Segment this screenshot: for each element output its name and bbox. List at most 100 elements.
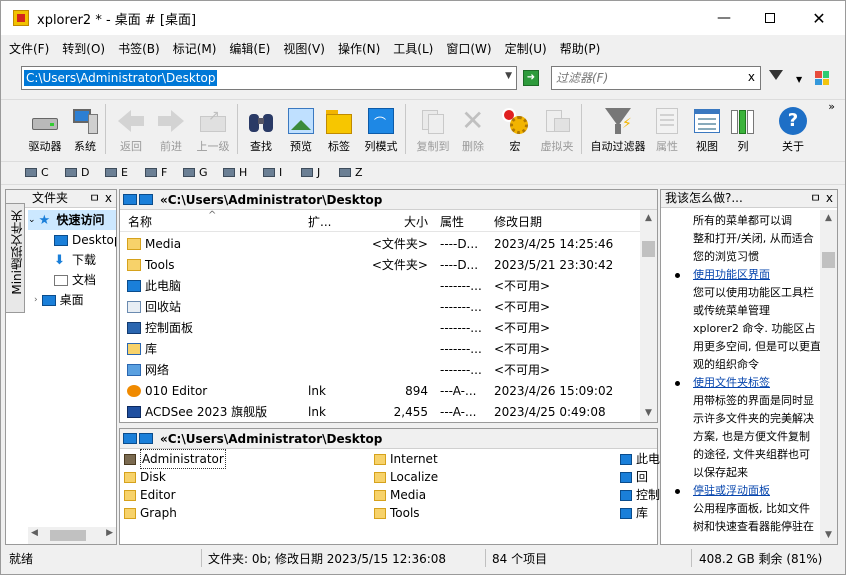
toolbar-button-properties[interactable]: 属性 [647, 102, 687, 156]
table-row[interactable]: Tools <文件夹> ----D... 2023/5/21 23:30:42 [120, 255, 640, 276]
menu-item[interactable]: 编辑(E) [229, 40, 270, 57]
go-arrow-icon[interactable]: ➜ [523, 70, 539, 86]
table-row[interactable]: 回收站 -------... <不可用> [120, 297, 640, 318]
toolbar-button-view[interactable]: 视图 [687, 102, 727, 156]
pane-close-icon[interactable]: x [826, 190, 833, 207]
tree-item-quick-access[interactable]: ⌄ ★ 快速访问 [28, 210, 116, 230]
filter-clear-icon[interactable]: x [748, 70, 755, 84]
toolbar-more-icon[interactable]: » [828, 100, 835, 113]
list-item[interactable]: Graph [124, 504, 177, 522]
address-dropdown-icon[interactable]: ▼ [505, 71, 512, 81]
tree-hscroll[interactable]: ◀ ▶ [28, 527, 116, 544]
drive-button-f[interactable]: F [145, 166, 167, 179]
table-row[interactable]: ACDSee 2023 旗舰版 lnk 2,455 ---A-... 2023/4/25… [120, 402, 640, 423]
menu-item[interactable]: 书签(B) [118, 40, 160, 57]
list-item[interactable]: Internet [374, 450, 438, 468]
toolbar-button-delete-x[interactable]: ✕ 删除 [453, 102, 493, 156]
column-ext[interactable]: 扩... [308, 212, 331, 232]
filter-funnel-icon[interactable] [769, 70, 783, 80]
menu-item[interactable]: 工具(L) [393, 40, 433, 57]
table-row[interactable]: 此电脑 -------... <不可用> [120, 276, 640, 297]
menu-item[interactable]: 标记(M) [173, 40, 217, 57]
mini-virtual-folder-tab[interactable]: Mini虚拟文件夹 [5, 203, 25, 313]
pane-close-icon[interactable]: x [105, 190, 112, 207]
expand-arrow-icon[interactable]: ⌄ [28, 210, 36, 230]
toolbar-button-columns[interactable]: 列 [723, 102, 763, 156]
column-attr[interactable]: 属性 [440, 212, 464, 232]
close-button[interactable]: ✕ [796, 1, 842, 35]
help-link[interactable]: 使用功能区界面 [693, 266, 770, 284]
help-link[interactable]: 停驻或浮动面板 [693, 482, 770, 500]
menu-item[interactable]: 帮助(P) [560, 40, 601, 57]
file-list-path[interactable]: «C:\Users\Administrator\Desktop [160, 193, 382, 207]
pin-icon[interactable]: ㅁ [89, 190, 100, 207]
list-item[interactable]: Administrator [124, 449, 226, 469]
tree-item-desktop[interactable]: Desktop [54, 230, 116, 250]
column-size[interactable]: 大小 [382, 212, 428, 232]
toolbar-button-back-arrow[interactable]: 返回 [111, 102, 151, 156]
cell-ext: lnk [308, 384, 326, 398]
drive-button-g[interactable]: G [183, 166, 208, 179]
drive-button-e[interactable]: E [105, 166, 128, 179]
help-link[interactable]: 使用文件夹标签 [693, 374, 770, 392]
list-item[interactable]: 回 [620, 468, 648, 486]
menu-item[interactable]: 转到(O) [62, 40, 105, 57]
address-text[interactable]: C:\Users\Administrator\Desktop [24, 70, 218, 86]
list-item[interactable]: 此电 [620, 450, 660, 468]
list-item[interactable]: Tools [374, 504, 420, 522]
tree-item-documents[interactable]: 文档 [54, 270, 96, 290]
drive-button-d[interactable]: D [65, 166, 89, 179]
list-item[interactable]: Localize [374, 468, 438, 486]
table-row[interactable]: 控制面板 -------... <不可用> [120, 318, 640, 339]
file-list-vscroll[interactable]: ▲ ▼ [640, 210, 657, 422]
column-name[interactable]: 名称 [128, 212, 152, 232]
toolbar-button-preview[interactable]: 预览 [281, 102, 321, 156]
tree-item-desktop-root[interactable]: › 桌面 [34, 290, 84, 310]
menu-item[interactable]: 视图(V) [283, 40, 325, 57]
collapse-arrow-icon[interactable]: › [34, 290, 38, 310]
table-row[interactable]: 010 Editor lnk 894 ---A-... 2023/4/26 15:09:… [120, 381, 640, 402]
table-row[interactable]: 库 -------... <不可用> [120, 339, 640, 360]
filter-dropdown-icon[interactable]: ▼ [796, 75, 802, 84]
menu-item[interactable]: 窗口(W) [446, 40, 491, 57]
minimize-button[interactable]: — [701, 1, 747, 35]
lower-path[interactable]: «C:\Users\Administrator\Desktop [160, 432, 382, 446]
list-item[interactable]: Disk [124, 468, 166, 486]
help-vscroll[interactable]: ▲ ▼ [820, 210, 837, 544]
table-row[interactable]: 网络 -------... <不可用> [120, 360, 640, 381]
list-item[interactable]: Editor [124, 486, 176, 504]
drive-button-i[interactable]: I [263, 166, 282, 179]
list-item[interactable]: 控制 [620, 486, 660, 504]
color-grid-icon[interactable] [815, 71, 829, 85]
toolbar-button-drive[interactable]: 驱动器 [25, 102, 65, 156]
list-item[interactable]: 库 [620, 504, 648, 522]
drive-button-c[interactable]: C [25, 166, 49, 179]
toolbar-button-computer[interactable]: 系统 [65, 102, 105, 156]
toolbar-button-auto-filter[interactable]: ⚡ 自动过滤器 [587, 102, 649, 156]
toolbar-button-macro-gear[interactable]: 宏 [495, 102, 535, 156]
menu-item[interactable]: 文件(F) [9, 40, 49, 57]
toolbar-button-binoculars[interactable]: 查找 [241, 102, 281, 156]
drive-button-h[interactable]: H [223, 166, 247, 179]
list-item[interactable]: Media [374, 486, 426, 504]
toolbar-button-tab-folder[interactable]: 标签 [319, 102, 359, 156]
filter-input[interactable] [556, 70, 736, 86]
maximize-button[interactable] [747, 1, 793, 35]
menu-item[interactable]: 定制(U) [505, 40, 547, 57]
toolbar-button-up-folder[interactable]: ↗ 上一级 [191, 102, 235, 156]
drive-button-z[interactable]: Z [339, 166, 363, 179]
table-row[interactable]: Media <文件夹> ----D... 2023/4/25 14:25:46 [120, 234, 640, 255]
toolbar-button-column-mode[interactable]: ⌒ 列模式 [359, 102, 403, 156]
column-date[interactable]: 修改日期 [494, 212, 542, 232]
toolbar-button-help-about[interactable]: ? 关于 [771, 102, 815, 156]
menu-item[interactable]: 操作(N) [338, 40, 380, 57]
toolbar-button-forward-arrow[interactable]: 前进 [151, 102, 191, 156]
toolbar-button-copy-to[interactable]: 复制到 [411, 102, 455, 156]
toolbar-button-virtual-folder[interactable]: 虚拟夹 [535, 102, 579, 156]
drive-button-j[interactable]: J [301, 166, 320, 179]
tree-item-downloads[interactable]: ⬇ 下载 [54, 250, 96, 270]
address-bar[interactable]: C:\Users\Administrator\Desktop ▼ [21, 66, 517, 90]
app-icon[interactable] [13, 10, 29, 26]
pin-icon[interactable]: ㅁ [810, 190, 821, 207]
filter-box[interactable]: x [551, 66, 761, 90]
